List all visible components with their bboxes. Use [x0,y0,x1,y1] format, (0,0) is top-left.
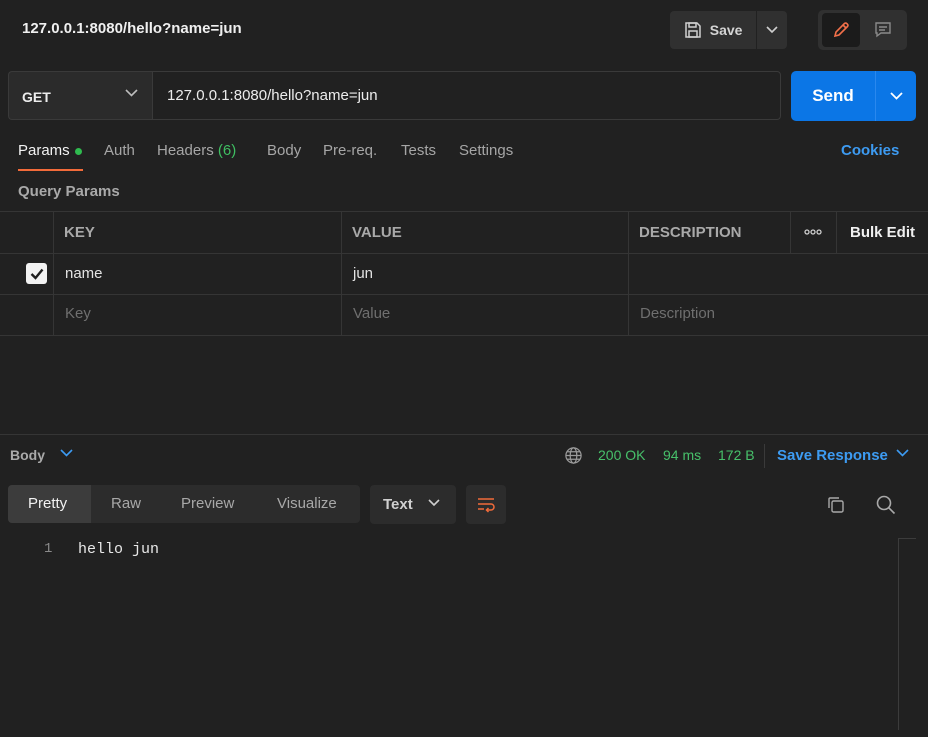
comments-mode-button[interactable] [864,13,902,47]
send-options-button[interactable] [875,71,916,121]
url-input[interactable] [152,71,781,120]
new-value-input[interactable]: Value [353,305,390,322]
table-divider [0,294,928,295]
more-icon[interactable] [804,228,822,236]
send-button-group: Send [791,71,916,121]
editor-scrollbar[interactable] [898,538,916,730]
column-divider [53,212,54,335]
column-header-description: DESCRIPTION [639,224,742,241]
tab-auth[interactable]: Auth [104,142,135,159]
new-description-input[interactable]: Description [640,305,715,322]
save-response-button[interactable]: Save Response [777,447,888,464]
comment-icon [874,21,892,39]
format-label: Text [383,496,413,513]
pane-divider[interactable] [0,434,928,435]
response-section-select[interactable]: Body [10,447,45,463]
chevron-down-icon [428,499,440,507]
method-label: GET [22,89,51,105]
save-options-button[interactable] [756,11,787,49]
save-button-group: Save [670,11,787,49]
checkbox-icon[interactable] [26,263,47,284]
table-divider [0,335,928,336]
column-header-value: VALUE [352,224,402,241]
save-icon [684,21,702,39]
edit-mode-button[interactable] [822,13,860,47]
view-tab-pretty[interactable]: Pretty [28,495,67,512]
save-button[interactable]: Save [670,11,756,49]
column-header-key: KEY [64,224,95,241]
bulk-edit-button[interactable]: Bulk Edit [850,224,915,241]
params-active-dot [75,148,82,155]
tab-settings[interactable]: Settings [459,142,513,159]
globe-icon[interactable] [564,446,583,465]
active-tab-indicator [18,169,83,171]
tab-headers-label: Headers [157,142,214,159]
column-divider [628,212,629,335]
wrap-lines-button[interactable] [466,485,506,524]
tab-headers[interactable]: Headers (6) [157,142,236,159]
status-code[interactable]: 200 OK [598,447,645,463]
view-tab-raw[interactable]: Raw [111,495,141,512]
request-title[interactable]: 127.0.0.1:8080/hello?name=jun [22,20,242,37]
chevron-down-icon [766,26,778,34]
table-divider [0,253,928,254]
headers-count-badge: (6) [217,142,237,159]
chevron-down-icon [125,89,138,97]
response-body-text[interactable]: hello jun [78,541,159,558]
tab-body[interactable]: Body [267,142,301,159]
response-size[interactable]: 172 B [718,447,755,463]
send-button[interactable]: Send [791,71,875,121]
tab-prereq[interactable]: Pre-req. [323,142,377,159]
line-number: 1 [44,541,53,557]
copy-icon[interactable] [826,495,846,515]
column-divider [836,212,837,253]
save-label: Save [709,22,743,38]
response-time[interactable]: 94 ms [663,447,701,463]
new-key-input[interactable]: Key [65,305,91,322]
view-tab-visualize[interactable]: Visualize [277,495,337,512]
param-value-cell[interactable]: jun [353,265,373,282]
tab-params[interactable]: Params [18,142,70,159]
chevron-down-icon [889,92,903,100]
divider [764,444,765,468]
search-icon[interactable] [875,494,896,515]
view-tab-preview[interactable]: Preview [181,495,234,512]
chevron-down-icon[interactable] [60,449,73,457]
cookies-link[interactable]: Cookies [841,142,899,159]
table-divider [0,211,928,212]
param-key-cell[interactable]: name [65,265,103,282]
pencil-icon [832,21,850,39]
wrap-icon [476,496,496,514]
query-params-title: Query Params [18,183,120,200]
tab-tests[interactable]: Tests [401,142,436,159]
column-divider [341,212,342,335]
column-divider [790,212,791,253]
chevron-down-icon[interactable] [896,449,909,457]
